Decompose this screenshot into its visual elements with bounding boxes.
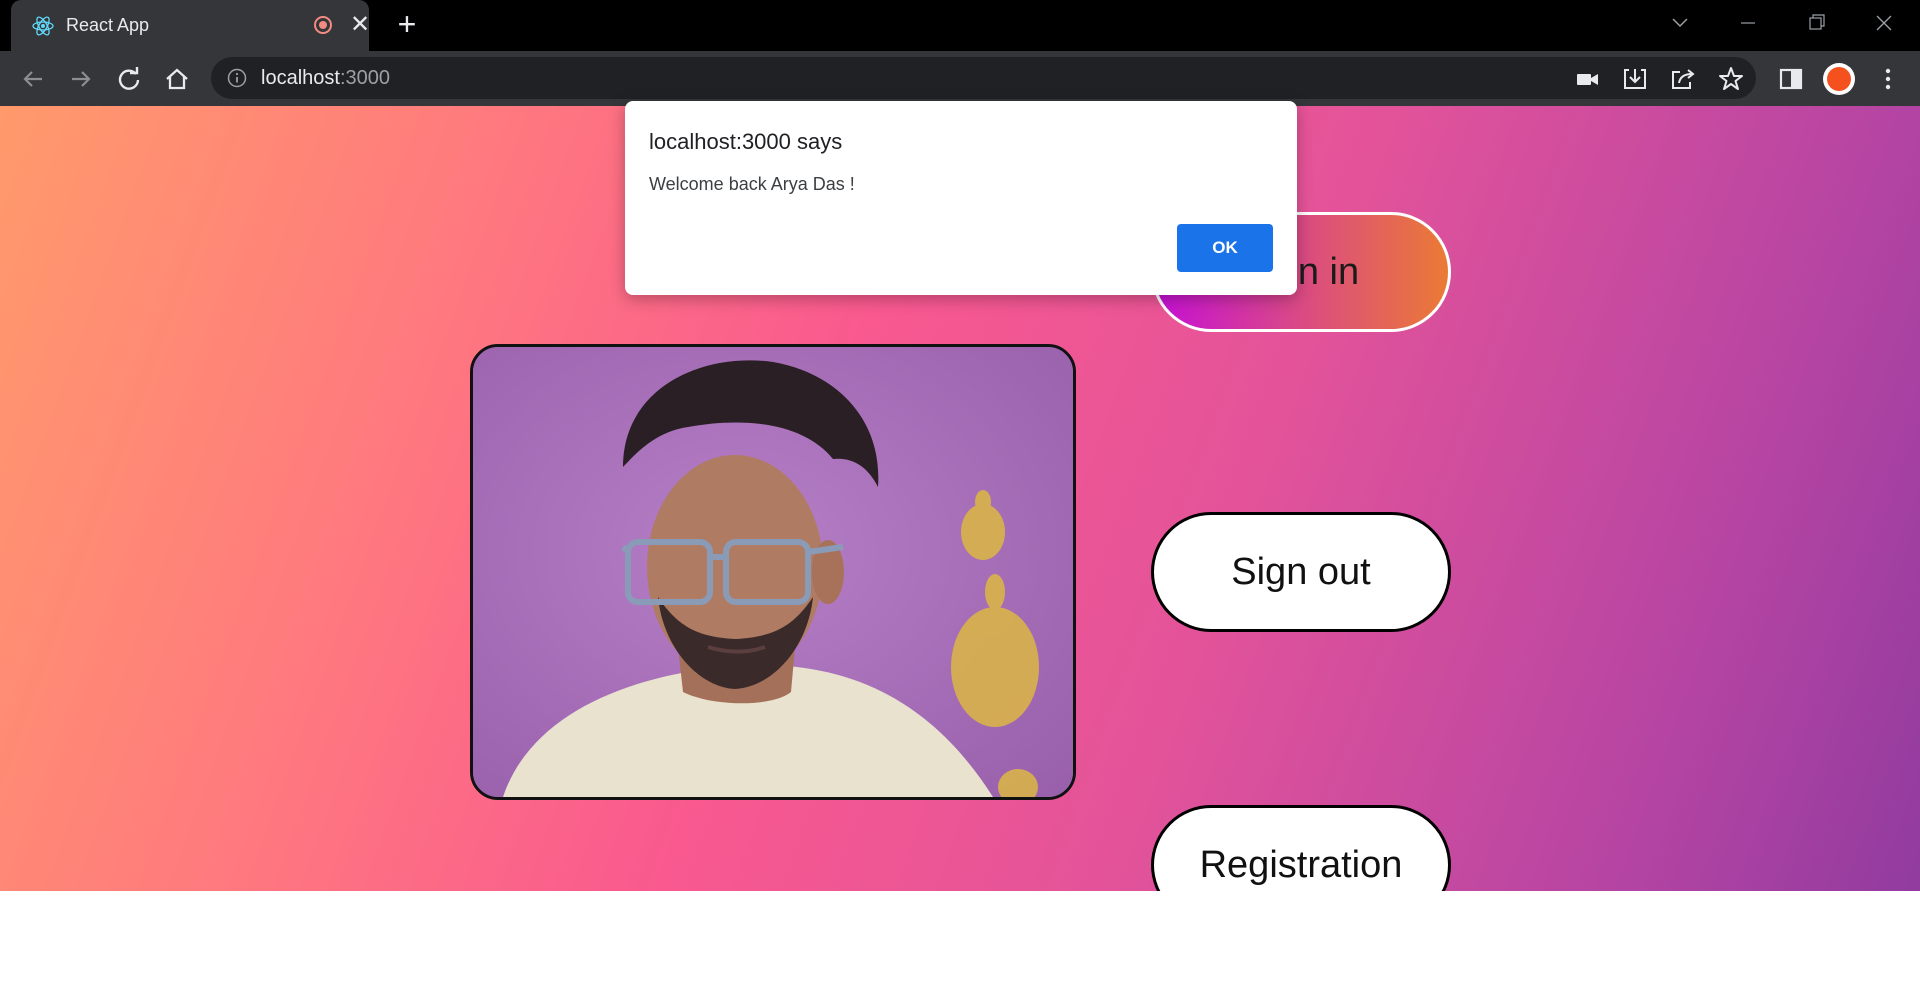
minimize-icon[interactable] xyxy=(1730,8,1766,38)
react-logo-icon xyxy=(31,14,55,38)
side-panel-icon[interactable] xyxy=(1776,64,1806,94)
webcam-video-image xyxy=(473,347,1073,797)
forward-arrow-icon[interactable] xyxy=(66,64,96,94)
profile-avatar[interactable] xyxy=(1823,63,1855,95)
url-port: :3000 xyxy=(339,67,390,89)
home-icon[interactable] xyxy=(162,64,192,94)
recording-indicator-icon xyxy=(314,16,332,34)
url-text: localhost:3000 xyxy=(261,67,390,90)
page-bottom-edge xyxy=(0,891,1920,996)
url-host: localhost xyxy=(261,67,340,89)
alert-dialog: localhost:3000 says Welcome back Arya Da… xyxy=(625,101,1297,295)
back-arrow-icon[interactable] xyxy=(18,64,48,94)
camera-icon[interactable] xyxy=(1572,64,1602,94)
restore-icon[interactable] xyxy=(1798,8,1834,38)
tab-search-icon[interactable] xyxy=(1662,8,1698,38)
dialog-message: Welcome back Arya Das ! xyxy=(649,174,855,194)
browser-toolbar: localhost:3000 xyxy=(0,51,1920,106)
menu-kebab-icon[interactable] xyxy=(1873,64,1903,94)
dialog-ok-button[interactable]: OK xyxy=(1177,224,1273,272)
dialog-title: localhost:3000 says xyxy=(649,129,843,154)
reload-icon[interactable] xyxy=(114,64,144,94)
new-tab-button[interactable]: + xyxy=(391,8,423,41)
install-app-icon[interactable] xyxy=(1620,64,1650,94)
sign-out-button[interactable]: Sign out xyxy=(1151,512,1451,632)
window-close-icon[interactable] xyxy=(1866,8,1902,38)
site-info-icon[interactable] xyxy=(227,68,247,88)
bookmark-star-icon[interactable] xyxy=(1716,64,1746,94)
share-icon[interactable] xyxy=(1668,64,1698,94)
tab-title: React App xyxy=(66,15,150,35)
tab-strip: React App ✕ + xyxy=(0,0,1920,51)
tab-close-icon[interactable]: ✕ xyxy=(347,11,373,39)
address-bar[interactable]: localhost:3000 xyxy=(211,57,1756,99)
webcam-feed xyxy=(470,344,1076,800)
browser-tab[interactable]: React App ✕ xyxy=(11,0,370,51)
